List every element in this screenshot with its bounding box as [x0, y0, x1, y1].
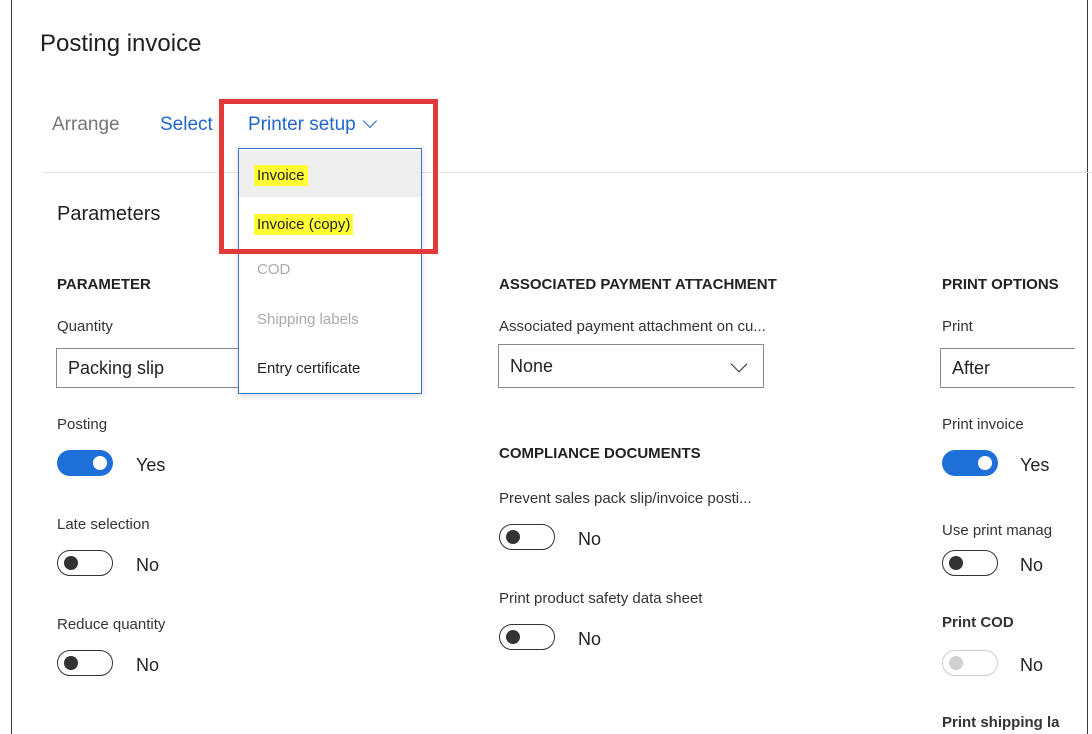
quantity-value: Packing slip [68, 358, 165, 378]
print-invoice-toggle[interactable] [942, 450, 998, 476]
menu-item-label: Entry certificate [257, 360, 361, 377]
chevron-down-icon [730, 355, 748, 373]
annotation-highlight-box [219, 99, 438, 254]
safety-sheet-toggle[interactable] [499, 624, 555, 650]
print-cod-value: No [1020, 655, 1044, 675]
menu-item-label: COD [257, 261, 291, 278]
print-label: Print [942, 318, 973, 335]
menu-item-entry-certificate[interactable]: Entry certificate [239, 346, 421, 392]
use-print-value: No [1020, 555, 1044, 575]
page-title: Posting invoice [40, 30, 202, 57]
safety-sheet-label: Print product safety data sheet [499, 590, 703, 607]
use-print-toggle[interactable] [942, 550, 998, 576]
prevent-label: Prevent sales pack slip/invoice posti... [499, 490, 752, 507]
menu-item-label: Shipping labels [257, 311, 359, 328]
reduce-quantity-value: No [136, 655, 160, 675]
print-cod-label: Print COD [942, 614, 1014, 631]
print-shipping-label: Print shipping la [942, 714, 1060, 731]
compliance-heading: COMPLIANCE DOCUMENTS [499, 445, 701, 462]
print-select[interactable]: After [940, 348, 1075, 388]
print-invoice-label: Print invoice [942, 416, 1024, 433]
section-title: Parameters [57, 203, 161, 225]
print-invoice-value: Yes [1020, 455, 1050, 475]
quantity-label: Quantity [57, 318, 113, 335]
menu-item-shipping-labels[interactable]: Shipping labels [239, 297, 421, 343]
print-cod-toggle[interactable] [942, 650, 998, 676]
safety-sheet-value: No [578, 629, 602, 649]
reduce-quantity-label: Reduce quantity [57, 616, 166, 633]
late-selection-label: Late selection [57, 516, 150, 533]
quantity-select[interactable]: Packing slip [56, 348, 256, 388]
posting-value: Yes [136, 455, 166, 475]
use-print-label: Use print manag [942, 522, 1053, 539]
associated-heading: ASSOCIATED PAYMENT ATTACHMENT [499, 276, 777, 293]
print-options-heading: PRINT OPTIONS [942, 276, 1059, 293]
print-value: After [952, 358, 991, 378]
posting-toggle[interactable] [57, 450, 113, 476]
associated-value: None [510, 356, 554, 376]
associated-select[interactable]: None [498, 344, 764, 388]
posting-label: Posting [57, 416, 108, 433]
prevent-value: No [578, 529, 602, 549]
arrange-button[interactable]: Arrange [52, 114, 120, 136]
late-selection-toggle[interactable] [57, 550, 113, 576]
reduce-quantity-toggle[interactable] [57, 650, 113, 676]
print-options-column: PRINT OPTIONS Print After Print invoice … [930, 0, 1075, 734]
prevent-toggle[interactable] [499, 524, 555, 550]
associated-label: Associated payment attachment on cu... [499, 318, 766, 335]
late-selection-value: No [136, 555, 160, 575]
parameter-heading: PARAMETER [57, 276, 151, 293]
select-button[interactable]: Select [160, 114, 213, 136]
